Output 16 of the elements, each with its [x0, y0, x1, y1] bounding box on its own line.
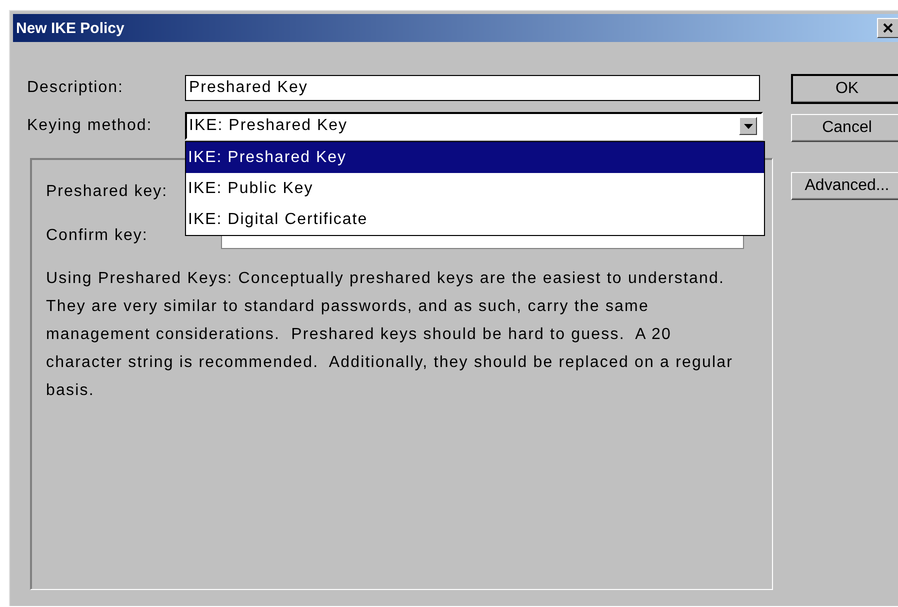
window-title: New IKE Policy: [16, 20, 126, 36]
field-label: Keying method:: [27, 117, 154, 135]
dropdown-option[interactable]: IKE: Public Key: [186, 173, 764, 204]
dropdown-option[interactable]: IKE: Preshared Key: [186, 142, 764, 173]
dropdown-option[interactable]: IKE: Digital Certificate: [186, 204, 764, 235]
default-button[interactable]: OK: [791, 74, 898, 104]
field-label: Description:: [27, 79, 124, 97]
close-button[interactable]: [877, 18, 898, 38]
caret-icon: [744, 124, 752, 128]
dialog-button[interactable]: Advanced...: [791, 172, 898, 200]
help-text: Using Preshared Keys: Conceptually preshared keys are the easiest to understand. They are very similar to standard passwords, and as such, carry the same management considerations. Preshared keys should be hard to guess. A 20 character string is recommended. Additionally, they should be replaced on a regular basis.: [46, 269, 734, 401]
close-icon: [883, 23, 893, 33]
dialog-button[interactable]: Cancel: [791, 114, 898, 142]
field-label: Preshared key:: [46, 183, 168, 201]
description-field[interactable]: Preshared Key: [185, 75, 760, 101]
field-label: Confirm key:: [46, 227, 148, 245]
